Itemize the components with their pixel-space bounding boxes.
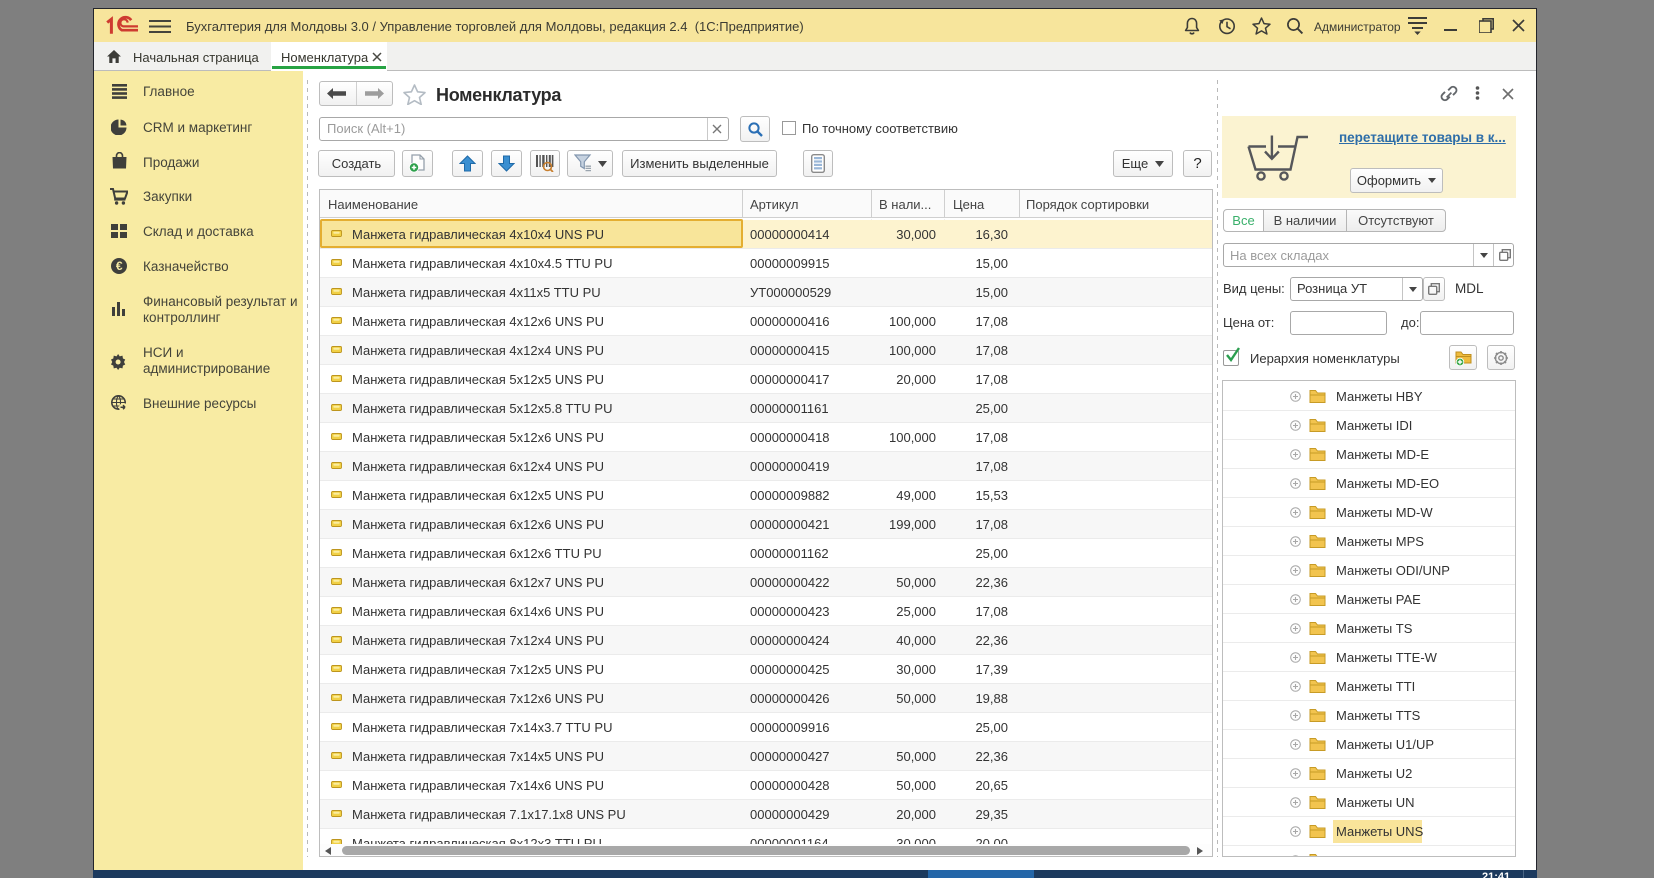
svg-text:€: € bbox=[116, 259, 123, 273]
